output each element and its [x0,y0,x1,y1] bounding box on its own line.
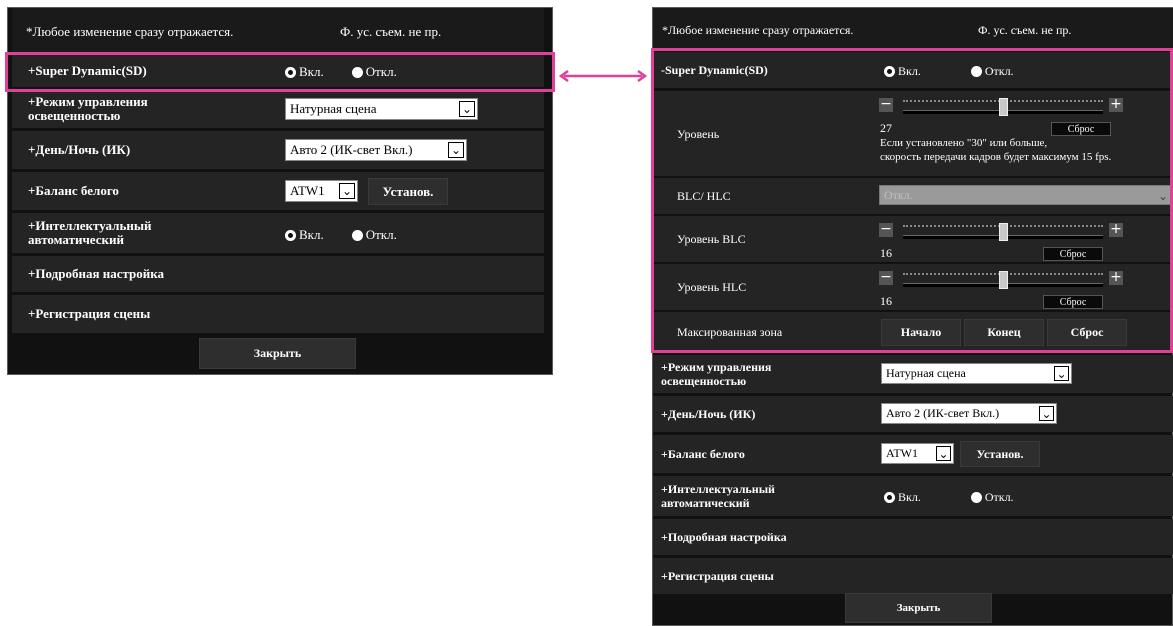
wb-set-button[interactable]: Установ. [368,178,448,205]
row-scene-registration[interactable]: +Регистрация сцены [653,558,1173,594]
wb-select[interactable]: ATW1 ⌄ [881,443,954,464]
daynight-label: +День/Ночь (ИК) [661,407,756,421]
lighting-select[interactable]: Натурная сцена ⌄ [881,363,1072,384]
row-intelligent-auto: +Интеллектуальный автоматический Вкл. От… [653,476,1173,516]
camera-spec-link[interactable]: Ф. ус. съем. не пр. [340,24,441,40]
chevron-down-icon: ⌄ [1039,406,1054,421]
radio-selected-icon [285,229,296,241]
wb-label: +Баланс белого [28,183,119,198]
lighting-label: +Режим управления освещенностью [661,360,772,388]
chevron-down-icon: ⌄ [339,183,355,199]
radio-unselected-icon [351,229,363,241]
ia-on-radio[interactable]: Вкл. [285,227,324,243]
panel-header: *Любое изменение сразу отражается. Ф. ус… [12,8,544,54]
camera-spec-link[interactable]: Ф. ус. съем. не пр. [978,23,1071,38]
ia-label: +Интеллектуальный автоматический [28,218,152,247]
close-button[interactable]: Закрыть [199,338,356,369]
ia-off-radio[interactable]: Откл. [970,490,1014,505]
detail-label: +Подробная настройка [661,530,787,544]
scene-label: +Регистрация сцены [28,306,151,321]
wb-select[interactable]: ATW1 ⌄ [285,180,358,202]
row-lighting-mode: +Режим управления освещенностью Натурная… [653,355,1173,393]
row-lighting-mode: +Режим управления освещенностью Натурная… [12,90,544,128]
wb-set-button[interactable]: Установ. [960,441,1040,467]
row-white-balance: +Баланс белого ATW1 ⌄ Установ. [653,435,1173,473]
ia-on-radio[interactable]: Вкл. [884,490,921,505]
highlight-frame [651,48,1173,353]
daynight-select[interactable]: Авто 2 (ИК-свет Вкл.) ⌄ [285,139,467,161]
chevron-down-icon: ⌄ [1054,366,1069,381]
double-arrow-icon [558,70,648,82]
ia-off-radio[interactable]: Откл. [351,227,397,243]
notice-text: *Любое изменение сразу отражается. [26,24,234,39]
row-detail-settings[interactable]: +Подробная настройка [12,256,544,292]
panel-header: *Любое изменение сразу отражается. Ф. ус… [653,8,1173,51]
radio-unselected-icon [970,492,982,503]
chevron-down-icon: ⌄ [448,142,464,158]
ia-label: +Интеллектуальный автоматический [661,482,775,510]
highlight-frame [5,52,555,92]
row-day-night: +День/Ночь (ИК) Авто 2 (ИК-свет Вкл.) ⌄ [653,396,1173,432]
detail-label: +Подробная настройка [28,266,165,281]
row-white-balance: +Баланс белого ATW1 ⌄ Установ. [12,172,544,210]
wb-label: +Баланс белого [661,447,745,461]
row-day-night: +День/Ночь (ИК) Авто 2 (ИК-свет Вкл.) ⌄ [12,131,544,169]
radio-selected-icon [884,492,895,503]
chevron-down-icon: ⌄ [936,446,951,461]
daynight-label: +День/Ночь (ИК) [28,142,131,157]
row-intelligent-auto: +Интеллектуальный автоматический Вкл. От… [12,213,544,253]
close-button[interactable]: Закрыть [845,593,992,623]
notice-text: *Любое изменение сразу отражается. [662,23,854,37]
daynight-select[interactable]: Авто 2 (ИК-свет Вкл.) ⌄ [881,403,1057,424]
row-scene-registration[interactable]: +Регистрация сцены [12,295,544,333]
row-detail-settings[interactable]: +Подробная настройка [653,519,1173,555]
scene-label: +Регистрация сцены [661,569,774,583]
lighting-select[interactable]: Натурная сцена ⌄ [285,98,478,120]
lighting-label: +Режим управления освещенностью [28,94,148,123]
chevron-down-icon: ⌄ [459,101,475,117]
